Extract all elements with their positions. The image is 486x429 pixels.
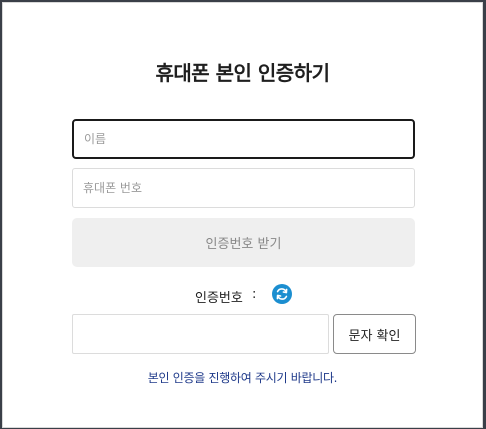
refresh-icon[interactable] — [272, 284, 292, 304]
verification-dialog: 휴대폰 본인 인증하기 인증번호 받기 인증번호 : 문자 확인 본인 인증을 … — [2, 2, 483, 428]
verification-code-separator: : — [252, 287, 257, 302]
phone-number-input[interactable] — [72, 168, 415, 208]
dialog-title: 휴대폰 본인 인증하기 — [155, 61, 330, 85]
verification-code-input[interactable] — [72, 314, 329, 354]
notice-text: 본인 인증을 진행하여 주시기 바랍니다. — [147, 371, 338, 385]
request-code-button[interactable]: 인증번호 받기 — [72, 218, 415, 267]
verification-code-row: 인증번호 : — [3, 284, 482, 308]
name-input[interactable] — [72, 119, 415, 159]
verification-code-label: 인증번호 — [195, 291, 243, 306]
confirm-sms-button[interactable]: 문자 확인 — [333, 314, 416, 354]
